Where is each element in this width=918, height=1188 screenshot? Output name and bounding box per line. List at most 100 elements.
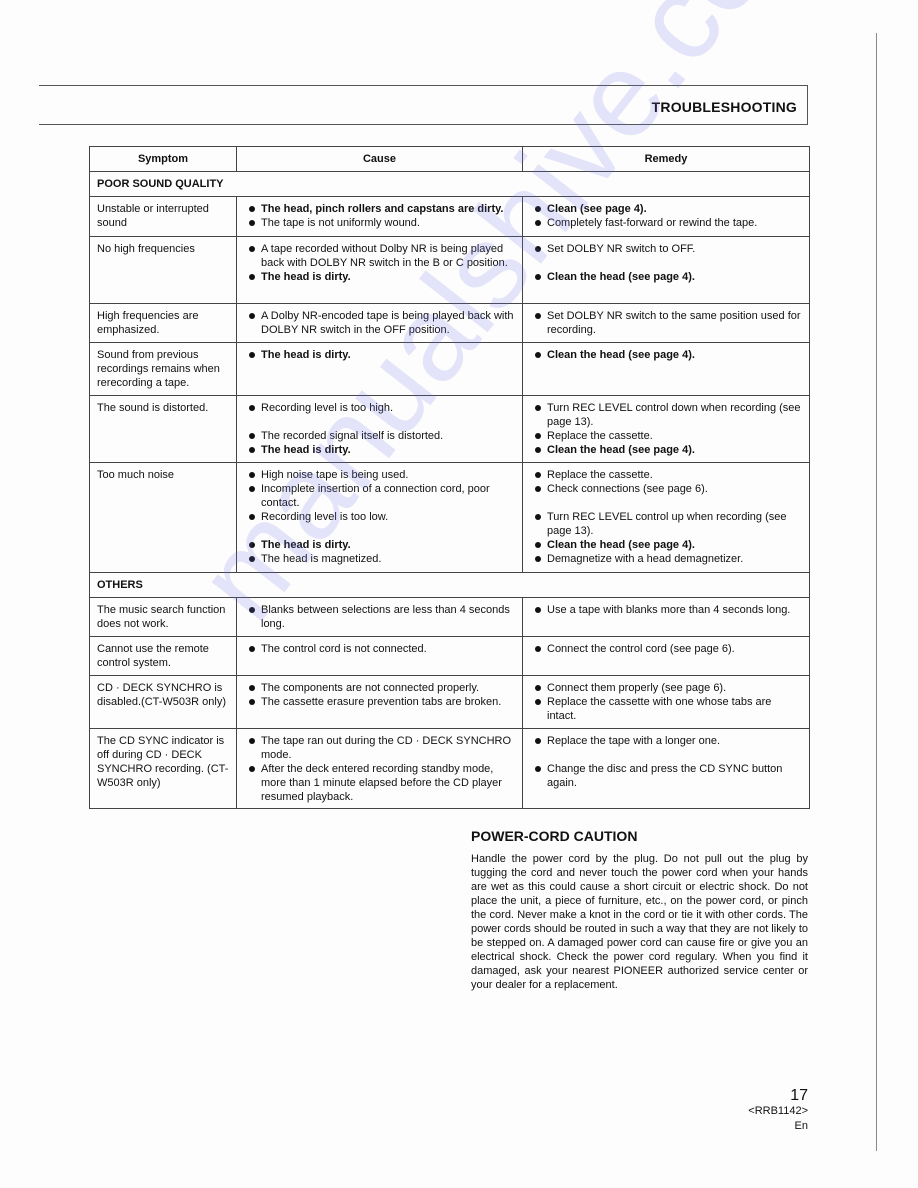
- column-header-remedy: Remedy: [522, 146, 810, 172]
- remedy-cell: Connect them properly (see page 6). Repla…: [522, 675, 810, 729]
- cause-list: A Dolby NR-encoded tape is being played …: [244, 309, 515, 337]
- remedy-item: Replace the tape with a longer one.: [530, 734, 802, 748]
- table-row: The sound is distorted. Recording level i…: [89, 395, 810, 463]
- cause-item: The head is dirty.: [244, 538, 515, 552]
- cause-list: The head is dirty.: [244, 348, 515, 362]
- remedy-list: Connect the control cord (see page 6).: [530, 642, 802, 656]
- remedy-list: Set DOLBY NR switch to the same position…: [530, 309, 802, 337]
- column-header-cause: Cause: [236, 146, 523, 172]
- remedy-item: Clean the head (see page 4).: [530, 270, 802, 284]
- page-edge-rule: [876, 33, 877, 1151]
- remedy-item: Connect them properly (see page 6).: [530, 681, 802, 695]
- cause-item: Incomplete insertion of a connection cor…: [244, 482, 515, 510]
- symptom-cell: CD · DECK SYNCHRO is disabled.(CT-W503R …: [89, 675, 237, 729]
- column-header-symptom: Symptom: [89, 146, 237, 172]
- cause-item: The head is dirty.: [244, 443, 515, 457]
- table-row: The music search function does not work.…: [89, 597, 810, 637]
- cause-item: The components are not connected properl…: [244, 681, 515, 695]
- cause-item: The head is dirty.: [244, 270, 515, 284]
- cause-cell: The tape ran out during the CD · DECK SY…: [236, 728, 523, 809]
- table-row: CD · DECK SYNCHRO is disabled.(CT-W503R …: [89, 675, 810, 729]
- cause-item: The head, pinch rollers and capstans are…: [244, 202, 515, 216]
- cause-cell: The components are not connected properl…: [236, 675, 523, 729]
- cause-item: Blanks between selections are less than …: [244, 603, 515, 631]
- remedy-cell: Set DOLBY NR switch to the same position…: [522, 303, 810, 343]
- cause-list: High noise tape is being used. Incomplete…: [244, 468, 515, 566]
- remedy-item: Change the disc and press the CD SYNC bu…: [530, 762, 802, 790]
- cause-item: A Dolby NR-encoded tape is being played …: [244, 309, 515, 337]
- symptom-cell: High frequencies are emphasized.: [89, 303, 237, 343]
- cause-list: Recording level is too high. The recorded…: [244, 401, 515, 457]
- remedy-list: Clean the head (see page 4).: [530, 348, 802, 362]
- cause-cell: The control cord is not connected.: [236, 636, 523, 676]
- section-row: POOR SOUND QUALITY: [89, 171, 810, 197]
- table-row: Cannot use the remote control system. The…: [89, 636, 810, 676]
- cause-cell: The head, pinch rollers and capstans are…: [236, 196, 523, 237]
- remedy-item: Clean the head (see page 4).: [530, 443, 802, 457]
- cause-item: The tape ran out during the CD · DECK SY…: [244, 734, 515, 762]
- remedy-list: Replace the cassette. Check connections (…: [530, 468, 802, 566]
- remedy-item: Clean the head (see page 4).: [530, 348, 802, 362]
- remedy-cell: Replace the cassette. Check connections (…: [522, 462, 810, 573]
- remedy-item: Connect the control cord (see page 6).: [530, 642, 802, 656]
- cause-list: A tape recorded without Dolby NR is bein…: [244, 242, 515, 284]
- cause-cell: Recording level is too high. The recorded…: [236, 395, 523, 463]
- page-title: TROUBLESHOOTING: [651, 99, 797, 115]
- symptom-cell: Cannot use the remote control system.: [89, 636, 237, 676]
- remedy-item: Clean the head (see page 4).: [530, 538, 802, 552]
- remedy-item: Set DOLBY NR switch to OFF.: [530, 242, 802, 256]
- cause-cell: A tape recorded without Dolby NR is bein…: [236, 236, 523, 304]
- remedy-item: Clean (see page 4).: [530, 202, 802, 216]
- cause-item: The cassette erasure prevention tabs are…: [244, 695, 515, 709]
- power-cord-caution-body: Handle the power cord by the plug. Do no…: [471, 853, 808, 991]
- remedy-list: Use a tape with blanks more than 4 secon…: [530, 603, 802, 617]
- cause-item: A tape recorded without Dolby NR is bein…: [244, 242, 515, 270]
- cause-item: After the deck entered recording standby…: [244, 762, 515, 804]
- cause-item: The head is dirty.: [244, 348, 515, 362]
- remedy-list: Set DOLBY NR switch to OFF. Clean the hea…: [530, 242, 802, 284]
- remedy-item: Turn REC LEVEL control up when recording…: [530, 510, 802, 538]
- page-number: 17: [790, 1087, 808, 1104]
- table-row: No high frequencies A tape recorded witho…: [89, 236, 810, 304]
- symptom-cell: Sound from previous recordings remains w…: [89, 342, 237, 396]
- cause-cell: The head is dirty.: [236, 342, 523, 396]
- language-code: En: [794, 1120, 808, 1132]
- power-cord-caution: POWER-CORD CAUTION Handle the power cord…: [471, 828, 808, 992]
- cause-list: The head, pinch rollers and capstans are…: [244, 202, 515, 230]
- cause-item: The tape is not uniformly wound.: [244, 216, 515, 230]
- power-cord-caution-title: POWER-CORD CAUTION: [471, 828, 638, 844]
- remedy-cell: Replace the tape with a longer one. Chang…: [522, 728, 810, 809]
- remedy-item: Replace the cassette.: [530, 468, 802, 482]
- table-row: Too much noise High noise tape is being u…: [89, 462, 810, 573]
- cause-list: The control cord is not connected.: [244, 642, 515, 656]
- remedy-item: Check connections (see page 6).: [530, 482, 802, 496]
- remedy-cell: Clean (see page 4). Completely fast-forwa…: [522, 196, 810, 237]
- remedy-cell: Turn REC LEVEL control down when recordi…: [522, 395, 810, 463]
- remedy-list: Clean (see page 4). Completely fast-forwa…: [530, 202, 802, 230]
- remedy-list: Connect them properly (see page 6). Repla…: [530, 681, 802, 723]
- remedy-item: Replace the cassette.: [530, 429, 802, 443]
- cause-item: Recording level is too high.: [244, 401, 515, 415]
- troubleshooting-table: Symptom Cause Remedy POOR SOUND QUALITY U…: [89, 146, 810, 809]
- section-header-band: TROUBLESHOOTING: [39, 85, 808, 125]
- cause-item: The control cord is not connected.: [244, 642, 515, 656]
- symptom-cell: The music search function does not work.: [89, 597, 237, 637]
- remedy-item: Replace the cassette with one whose tabs…: [530, 695, 802, 723]
- symptom-cell: The CD SYNC indicator is off during CD ·…: [89, 728, 237, 809]
- remedy-cell: Set DOLBY NR switch to OFF. Clean the hea…: [522, 236, 810, 304]
- symptom-cell: Too much noise: [89, 462, 237, 573]
- remedy-item: Use a tape with blanks more than 4 secon…: [530, 603, 802, 617]
- remedy-list: Turn REC LEVEL control down when recordi…: [530, 401, 802, 457]
- symptom-cell: No high frequencies: [89, 236, 237, 304]
- remedy-list: Replace the tape with a longer one. Chang…: [530, 734, 802, 790]
- cause-item: High noise tape is being used.: [244, 468, 515, 482]
- cause-item: The recorded signal itself is distorted.: [244, 429, 515, 443]
- section-title: POOR SOUND QUALITY: [89, 171, 810, 197]
- document-code: <RRB1142>: [748, 1105, 808, 1117]
- remedy-item: Turn REC LEVEL control down when recordi…: [530, 401, 802, 429]
- remedy-cell: Connect the control cord (see page 6).: [522, 636, 810, 676]
- remedy-item: Demagnetize with a head demagnetizer.: [530, 552, 802, 566]
- cause-list: The components are not connected properl…: [244, 681, 515, 709]
- cause-cell: Blanks between selections are less than …: [236, 597, 523, 637]
- table-row: High frequencies are emphasized. A Dolby …: [89, 303, 810, 343]
